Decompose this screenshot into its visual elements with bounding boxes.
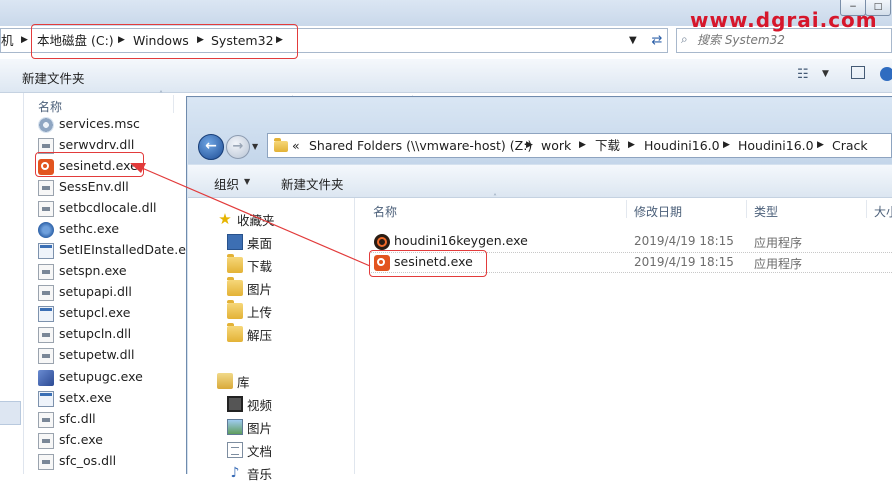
annotation-arrow	[130, 163, 371, 267]
annotation-arrow-line	[141, 167, 371, 267]
annotation-arrow-head	[130, 163, 146, 173]
watermark: www.dgrai.com	[690, 8, 878, 32]
